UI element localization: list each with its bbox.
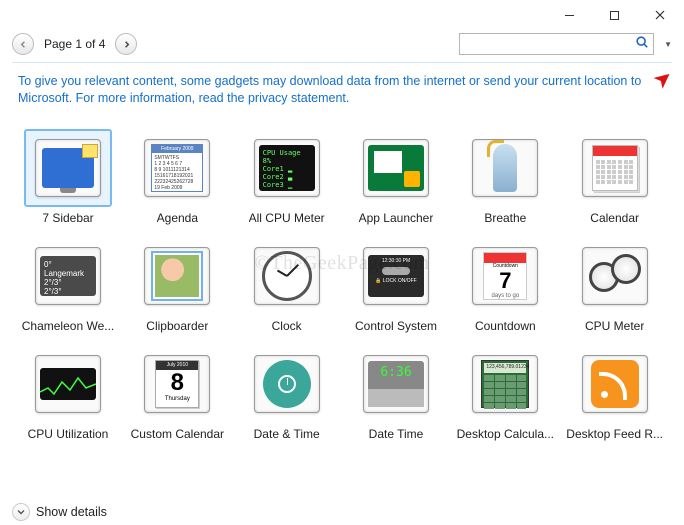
gadget-label: Breathe [484, 211, 526, 225]
gadget-item[interactable]: Calendar [565, 129, 665, 225]
gadget-label: CPU Utilization [28, 427, 109, 441]
privacy-notice: To give you relevant content, some gadge… [0, 63, 684, 111]
search-dropdown-icon[interactable]: ▼ [664, 40, 672, 49]
prev-page-button[interactable] [12, 33, 34, 55]
gadget-item[interactable]: Clipboarder [127, 237, 227, 333]
gadget-icon-wrap: 0° Langemark2°/3°2°/3° [24, 237, 112, 315]
gadget-label: Control System [355, 319, 437, 333]
privacy-link[interactable]: privacy statement [248, 91, 346, 105]
clipboard-icon [144, 247, 210, 305]
gadget-icon-wrap: July 20108Thursday [133, 345, 221, 423]
gadget-item[interactable]: CPU Utilization [18, 345, 118, 441]
datetime2-icon: 6:36 [363, 355, 429, 413]
gadget-icon-wrap [24, 129, 112, 207]
gadget-icon-wrap: CPU Usage 8%Core1 ▂Core2 ▃Core3 ▁ [243, 129, 331, 207]
gadget-item[interactable]: App Launcher [346, 129, 446, 225]
show-details-toggle[interactable]: Show details [12, 503, 107, 521]
gadget-grid: 7 Sidebar February 2009SMTWTFS1 2 3 4 5 6… [0, 111, 684, 441]
sidebar-icon [35, 139, 101, 197]
calc-icon: 123,456,789.01234 [472, 355, 538, 413]
search-box[interactable] [459, 33, 654, 55]
gadget-label: Chameleon We... [22, 319, 115, 333]
gadget-item[interactable]: CPU Usage 8%Core1 ▂Core2 ▃Core3 ▁ All CPU… [237, 129, 337, 225]
gadget-label: Clock [272, 319, 302, 333]
show-details-label: Show details [36, 505, 107, 519]
gadget-icon-wrap: 123,456,789.01234 [461, 345, 549, 423]
gadget-item[interactable]: CPU Meter [565, 237, 665, 333]
chevron-down-icon [12, 503, 30, 521]
gadget-item[interactable]: 12:30:30 PM🔒 LOCK ON/OFF Control System [346, 237, 446, 333]
gadget-item[interactable]: February 2009SMTWTFS1 2 3 4 5 6 78 9 101… [127, 129, 227, 225]
gadget-icon-wrap [461, 129, 549, 207]
gadget-icon-wrap [133, 237, 221, 315]
gadget-label: Desktop Feed R... [566, 427, 663, 441]
page-indicator: Page 1 of 4 [44, 37, 105, 51]
gadget-item[interactable]: 6:36 Date Time [346, 345, 446, 441]
titlebar [0, 0, 684, 30]
gadget-icon-wrap [243, 345, 331, 423]
gadget-item[interactable]: Date & Time [237, 345, 337, 441]
countdown-icon: Countdown7days to go [472, 247, 538, 305]
gadget-label: Custom Calendar [131, 427, 224, 441]
clock-icon [254, 247, 320, 305]
gadget-icon-wrap [571, 345, 659, 423]
applaunch-icon [363, 139, 429, 197]
datetime-icon [254, 355, 320, 413]
calendar-icon [582, 139, 648, 197]
gadget-item[interactable]: Countdown7days to go Countdown [455, 237, 555, 333]
cpumeter-icon [582, 247, 648, 305]
toolbar: Page 1 of 4 ▼ [0, 30, 684, 58]
cpuutil-icon [35, 355, 101, 413]
gadget-icon-wrap: 6:36 [352, 345, 440, 423]
gadget-item[interactable]: 123,456,789.01234 Desktop Calcula... [455, 345, 555, 441]
gadget-label: Countdown [475, 319, 536, 333]
gadget-label: 7 Sidebar [42, 211, 93, 225]
gadget-item[interactable]: 7 Sidebar [18, 129, 118, 225]
gadget-label: All CPU Meter [249, 211, 325, 225]
allcpu-icon: CPU Usage 8%Core1 ▂Core2 ▃Core3 ▁ [254, 139, 320, 197]
gadget-icon-wrap [571, 129, 659, 207]
gadget-icon-wrap [352, 129, 440, 207]
gadget-item[interactable]: July 20108Thursday Custom Calendar [127, 345, 227, 441]
rss-icon [582, 355, 648, 413]
customcal-icon: July 20108Thursday [144, 355, 210, 413]
gadget-icon-wrap: 12:30:30 PM🔒 LOCK ON/OFF [352, 237, 440, 315]
gadget-label: App Launcher [359, 211, 434, 225]
gadget-label: Date & Time [254, 427, 320, 441]
gadget-item[interactable]: Clock [237, 237, 337, 333]
gadget-icon-wrap [24, 345, 112, 423]
gadget-icon-wrap: February 2009SMTWTFS1 2 3 4 5 6 78 9 101… [133, 129, 221, 207]
gadget-item[interactable]: Desktop Feed R... [565, 345, 665, 441]
gadget-item[interactable]: 0° Langemark2°/3°2°/3° Chameleon We... [18, 237, 118, 333]
breathe-icon [472, 139, 538, 197]
weather-icon: 0° Langemark2°/3°2°/3° [35, 247, 101, 305]
next-page-button[interactable] [115, 33, 137, 55]
gadget-label: Desktop Calcula... [457, 427, 554, 441]
gadget-icon-wrap [243, 237, 331, 315]
minimize-button[interactable] [547, 1, 592, 29]
search-input[interactable] [464, 36, 635, 52]
gadget-item[interactable]: Breathe [455, 129, 555, 225]
gadget-label: Clipboarder [146, 319, 208, 333]
gadget-icon-wrap: Countdown7days to go [461, 237, 549, 315]
search-icon[interactable] [635, 35, 649, 54]
gadget-icon-wrap [571, 237, 659, 315]
control-icon: 12:30:30 PM🔒 LOCK ON/OFF [363, 247, 429, 305]
gadget-label: Date Time [369, 427, 424, 441]
close-button[interactable] [637, 1, 682, 29]
maximize-button[interactable] [592, 1, 637, 29]
gadget-label: CPU Meter [585, 319, 644, 333]
gadget-label: Calendar [590, 211, 639, 225]
agenda-icon: February 2009SMTWTFS1 2 3 4 5 6 78 9 101… [144, 139, 210, 197]
gadget-label: Agenda [157, 211, 198, 225]
